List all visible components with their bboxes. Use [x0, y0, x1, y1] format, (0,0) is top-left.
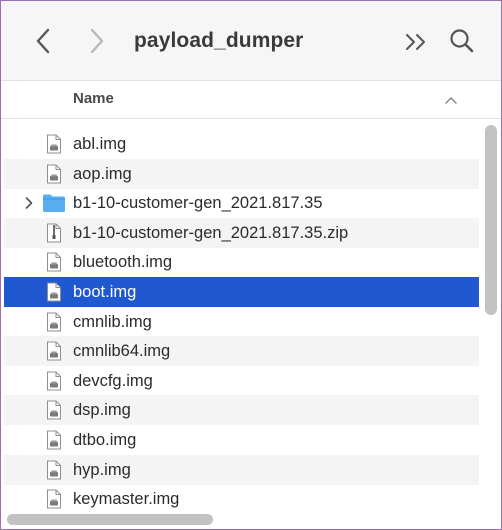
file-name: dsp.img [73, 401, 131, 420]
vertical-scrollbar-thumb[interactable] [485, 125, 497, 315]
finder-window: payload_dumper Name abl.img aop.img b1-10-… [0, 0, 502, 530]
sort-toggle[interactable] [441, 91, 461, 109]
file-name: b1-10-customer-gen_2021.817.35 [73, 194, 323, 213]
document-icon [42, 280, 66, 304]
name-column-header[interactable]: Name [73, 90, 114, 107]
double-chevron-icon [406, 34, 425, 50]
document-icon [42, 310, 66, 334]
forward-button[interactable] [83, 25, 111, 57]
document-icon [42, 162, 66, 186]
back-button[interactable] [29, 25, 57, 57]
chevron-left-icon [36, 28, 50, 54]
file-row[interactable]: aop.img [4, 158, 479, 189]
file-name: abl.img [73, 135, 127, 153]
file-name: dtbo.img [73, 431, 137, 449]
horizontal-scrollbar-thumb[interactable] [7, 514, 213, 525]
document-icon [42, 398, 66, 422]
file-row[interactable]: keymaster.img [4, 484, 479, 514]
search-button[interactable] [445, 25, 479, 57]
file-row[interactable]: abl.img [4, 129, 479, 159]
disclosure-chevron-icon[interactable] [24, 196, 36, 210]
document-icon [42, 458, 66, 482]
file-row[interactable]: boot.img [4, 277, 479, 307]
document-icon [42, 369, 66, 393]
toolbar: payload_dumper [1, 1, 501, 81]
chevron-right-icon [90, 28, 104, 54]
column-header: Name [1, 81, 501, 119]
file-name: keymaster.img [73, 490, 180, 509]
document-icon [42, 428, 66, 452]
file-row[interactable]: cmnlib64.img [4, 336, 479, 367]
file-row[interactable]: devcfg.img [4, 366, 479, 396]
file-row[interactable]: dtbo.img [4, 425, 479, 455]
file-row[interactable]: hyp.img [4, 454, 479, 485]
file-name: bluetooth.img [73, 253, 173, 272]
file-name: aop.img [73, 164, 132, 183]
file-row[interactable]: bluetooth.img [4, 247, 479, 277]
file-name: b1-10-customer-gen_2021.817.35.zip [73, 223, 349, 242]
file-name: cmnlib64.img [73, 342, 171, 361]
folder-icon [42, 191, 66, 215]
window-title: payload_dumper [134, 29, 304, 52]
file-list: abl.img aop.img b1-10-customer-gen_2021.81… [1, 129, 483, 514]
file-row[interactable]: cmnlib.img [4, 307, 479, 337]
file-row[interactable]: b1-10-customer-gen_2021.817.35 [4, 188, 479, 218]
file-row[interactable]: dsp.img [4, 395, 479, 426]
file-row[interactable]: b1-10-customer-gen_2021.817.35.zip [4, 217, 479, 248]
file-name: devcfg.img [73, 371, 153, 390]
document-icon [42, 250, 66, 274]
document-icon [42, 339, 66, 363]
toolbar-overflow-button[interactable] [399, 27, 433, 57]
zip-icon [42, 221, 66, 245]
file-name: boot.img [73, 283, 137, 301]
document-icon [42, 132, 66, 156]
file-name: cmnlib.img [73, 312, 152, 331]
file-name: hyp.img [73, 460, 131, 479]
document-icon [42, 487, 66, 511]
search-icon [450, 29, 474, 53]
chevron-up-icon [445, 97, 457, 104]
